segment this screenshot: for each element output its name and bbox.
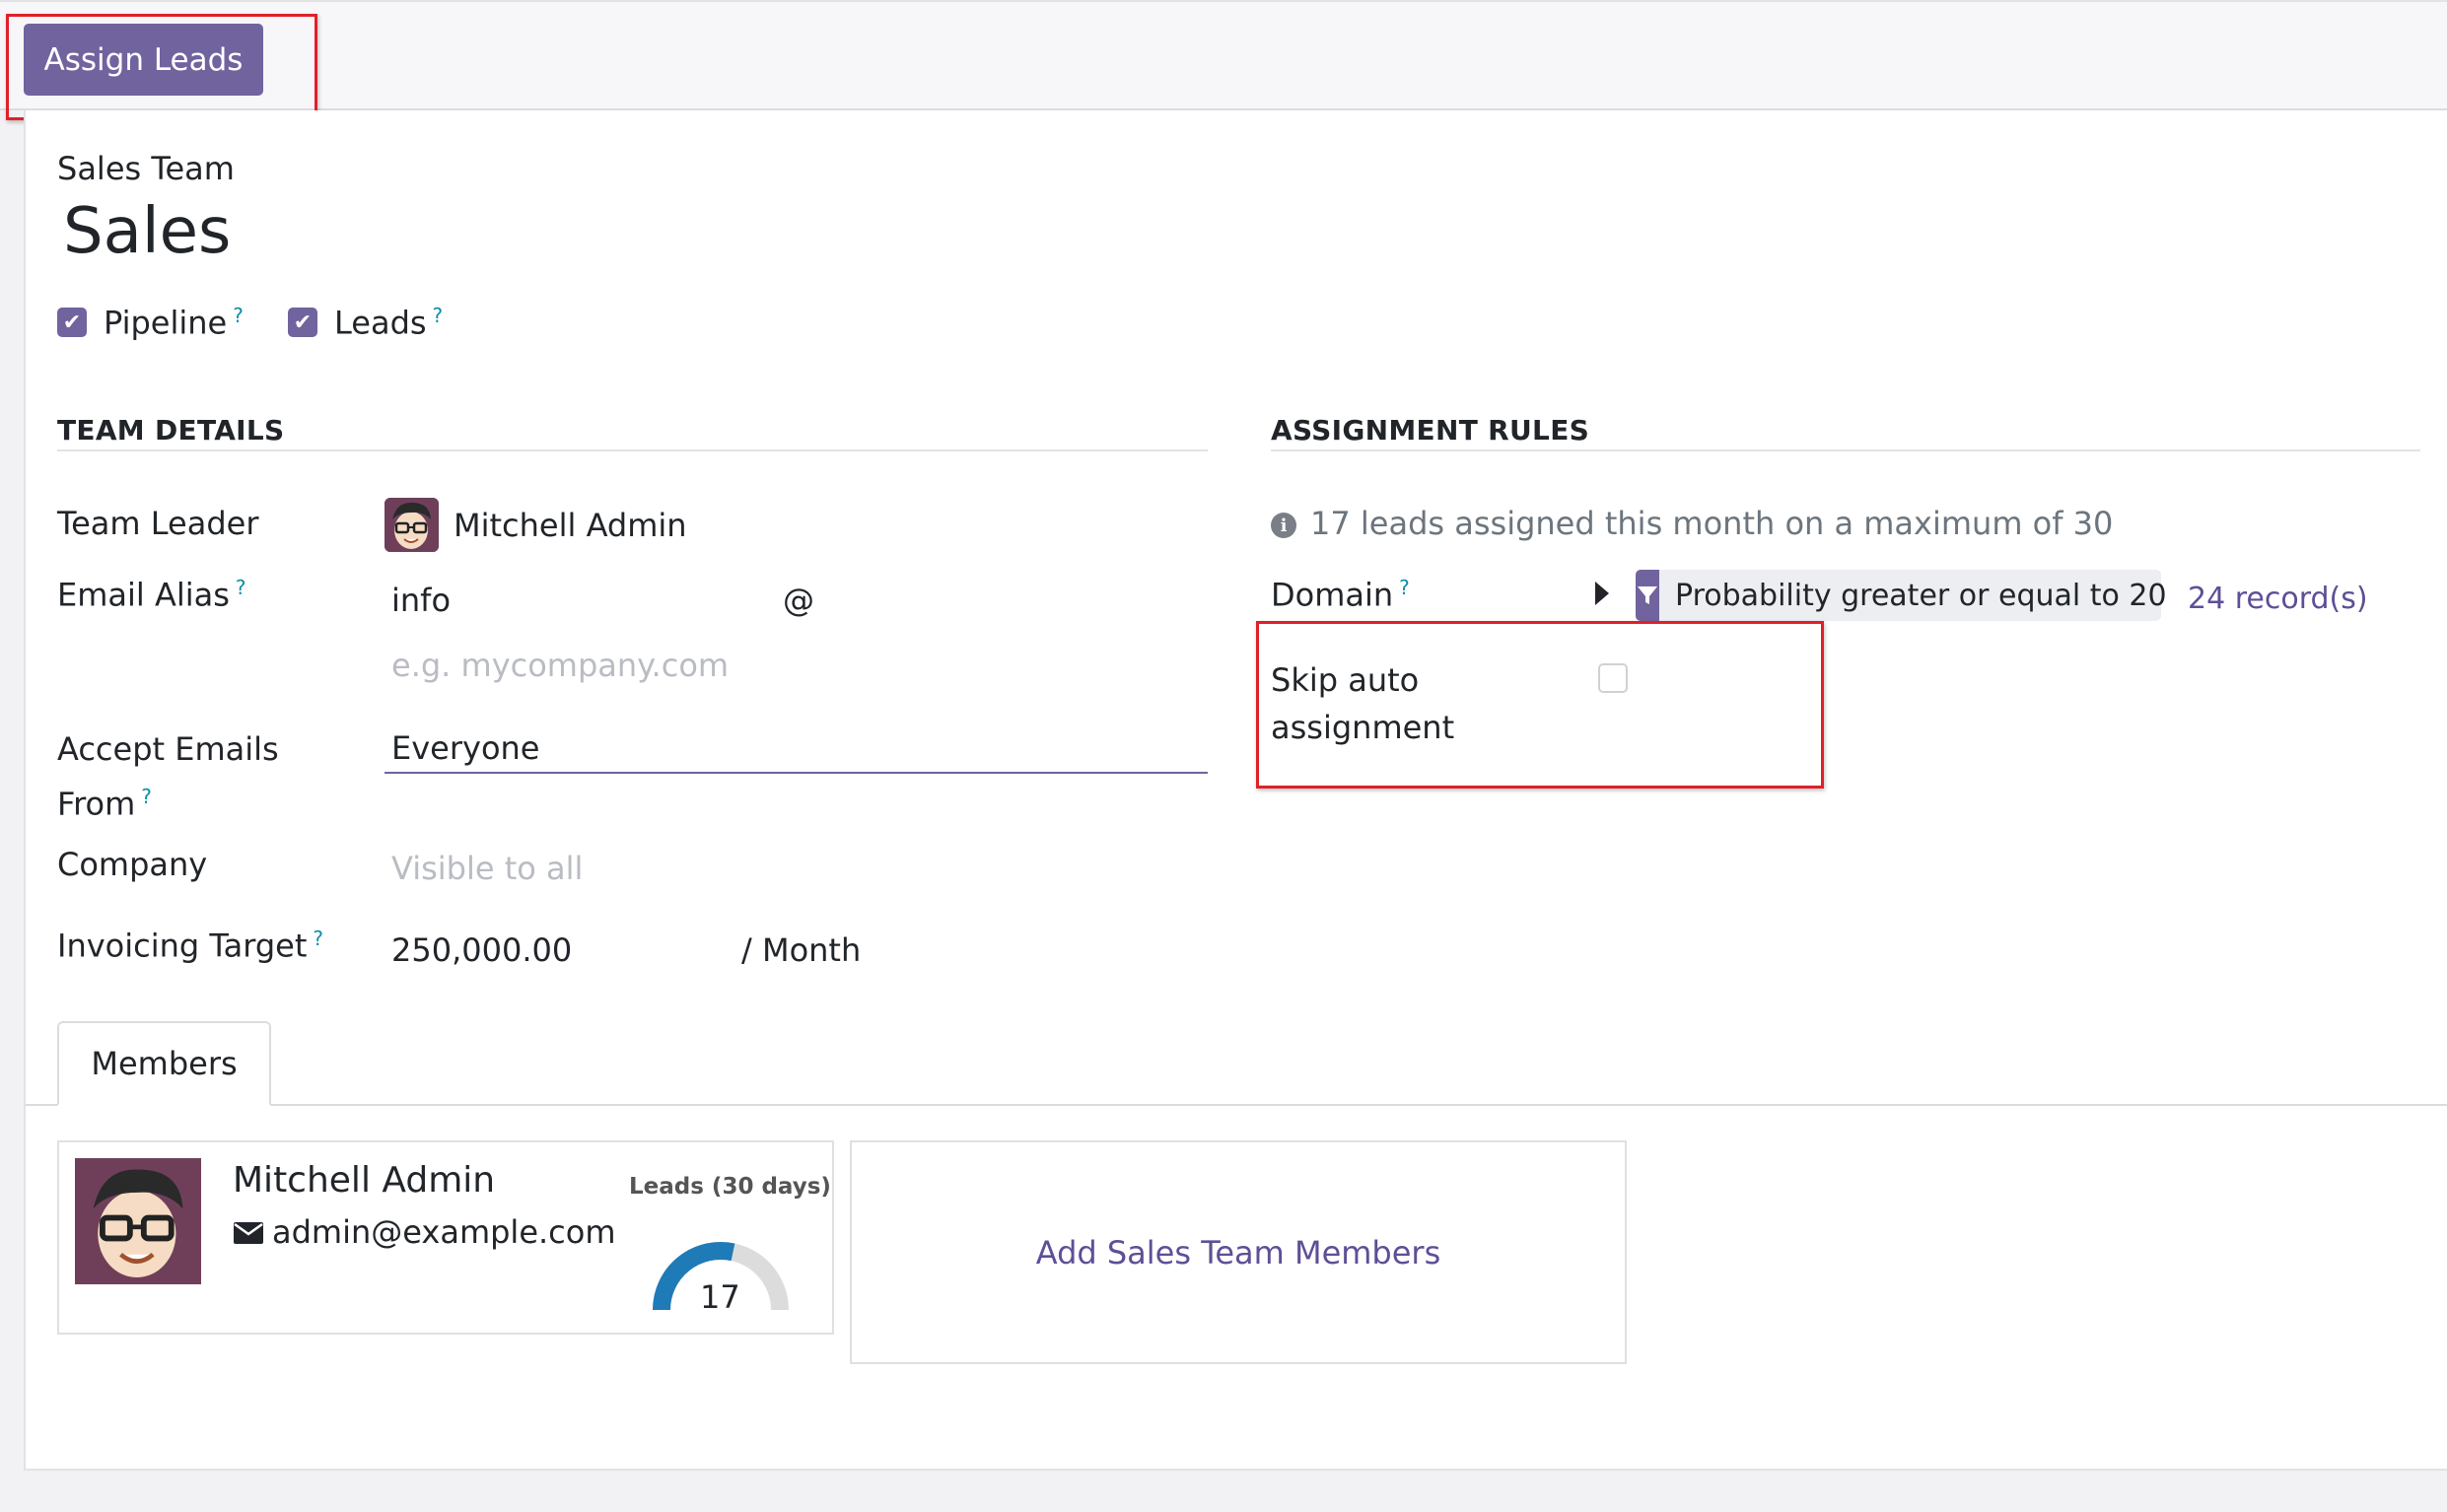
- domain-records-link[interactable]: 24 record(s): [2188, 582, 2368, 616]
- member-email: admin@example.com: [233, 1213, 616, 1253]
- highlight-assign-leads: [6, 14, 317, 120]
- team-leader-value[interactable]: Mitchell Admin: [454, 507, 687, 544]
- domain-filter-label: Probability greater or equal to 20: [1675, 578, 2167, 613]
- domain-expand-caret-icon[interactable]: [1595, 582, 1609, 605]
- pipeline-checkbox[interactable]: ✔: [57, 308, 87, 337]
- help-icon[interactable]: ?: [433, 304, 444, 327]
- accept-emails-underline: [385, 772, 1208, 774]
- highlight-skip-auto-assignment: [1256, 621, 1824, 789]
- add-members-link[interactable]: Add Sales Team Members: [1036, 1234, 1441, 1271]
- leads-gauge-value: 17: [700, 1278, 740, 1316]
- company-label: Company: [57, 846, 208, 883]
- assignment-rules-separator: [1271, 449, 2420, 451]
- email-alias-label: Email Alias?: [57, 576, 246, 614]
- email-alias-input[interactable]: info: [391, 582, 451, 619]
- envelope-icon: [233, 1215, 264, 1253]
- invoicing-unit: / Month: [741, 931, 862, 969]
- pipeline-label: Pipeline?: [104, 304, 244, 342]
- assignment-info: i 17 leads assigned this month on a maxim…: [1271, 505, 2113, 542]
- leads-label: Leads?: [334, 304, 444, 342]
- member-avatar: [75, 1158, 201, 1284]
- help-icon[interactable]: ?: [313, 927, 323, 950]
- control-panel: Assign Leads: [0, 0, 2447, 110]
- team-leader-label: Team Leader: [57, 505, 259, 542]
- help-icon[interactable]: ?: [1399, 576, 1410, 599]
- help-icon[interactable]: ?: [236, 576, 246, 599]
- member-card[interactable]: Mitchell Admin admin@example.com Leads (…: [57, 1140, 834, 1335]
- help-icon[interactable]: ?: [233, 304, 244, 327]
- assignment-rules-title: ASSIGNMENT RULES: [1271, 414, 1590, 447]
- accept-emails-select[interactable]: Everyone: [391, 729, 539, 767]
- sales-team-label: Sales Team: [57, 150, 235, 187]
- team-details-separator: [57, 449, 1208, 451]
- team-name[interactable]: Sales: [63, 195, 231, 268]
- domain-label: Domain?: [1271, 576, 1410, 614]
- domain-filter-tag[interactable]: Probability greater or equal to 20: [1636, 570, 2167, 621]
- tab-members[interactable]: Members: [57, 1021, 271, 1106]
- accept-emails-label: Accept Emails From?: [57, 730, 279, 823]
- check-icon: ✔: [293, 309, 313, 335]
- email-at-sign: @: [783, 582, 814, 619]
- check-icon: ✔: [62, 309, 82, 335]
- member-name: Mitchell Admin: [233, 1160, 496, 1201]
- email-domain-input[interactable]: e.g. mycompany.com: [391, 647, 729, 684]
- info-icon: i: [1271, 513, 1296, 538]
- leads-gauge-label: Leads (30 days): [629, 1174, 831, 1200]
- invoicing-target-input[interactable]: 250,000.00: [391, 931, 572, 969]
- notebook-tabs-line: [26, 1104, 2447, 1106]
- help-icon[interactable]: ?: [141, 785, 152, 808]
- leads-checkbox[interactable]: ✔: [288, 308, 317, 337]
- company-input[interactable]: Visible to all: [391, 850, 583, 887]
- add-members-card[interactable]: Add Sales Team Members: [850, 1140, 1627, 1364]
- invoicing-target-label: Invoicing Target?: [57, 927, 323, 965]
- team-leader-avatar: [385, 498, 439, 552]
- team-details-title: TEAM DETAILS: [57, 414, 285, 447]
- filter-icon: [1636, 570, 1659, 621]
